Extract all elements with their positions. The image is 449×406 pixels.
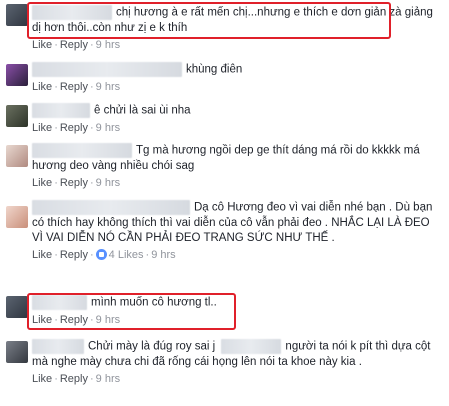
comment-body: khùng điên Like · Reply · 9 hrs — [32, 62, 443, 94]
commenter-name[interactable] — [32, 143, 132, 158]
avatar[interactable] — [6, 206, 28, 228]
like-link[interactable]: Like — [32, 122, 52, 134]
timestamp[interactable]: 9 hrs — [96, 81, 120, 93]
mentioned-name[interactable] — [221, 339, 282, 354]
timestamp[interactable]: 9 hrs — [96, 177, 120, 189]
separator: · — [54, 176, 58, 189]
comment-actions: Like · Reply · 9 hrs — [32, 176, 443, 190]
comment-body: Dạ cô Hương đeo vì vai diễn nhé bạn . Dù… — [32, 200, 443, 262]
like-icon — [95, 248, 107, 260]
avatar[interactable] — [6, 296, 28, 318]
comment-body: Chửi mày là đúg roy sai j người ta nói k… — [32, 339, 443, 386]
like-link[interactable]: Like — [32, 249, 52, 261]
separator: · — [89, 248, 94, 261]
commenter-name[interactable] — [32, 62, 182, 77]
avatar[interactable] — [6, 341, 28, 363]
comment-message: khùng điên — [186, 63, 243, 76]
separator: · — [54, 38, 58, 51]
reply-link[interactable]: Reply — [60, 249, 88, 261]
comment-body: Tg mà hương ngồi dep ge thít dáng má rồi… — [32, 143, 443, 190]
separator: · — [89, 372, 94, 385]
reply-link[interactable]: Reply — [60, 373, 88, 385]
comment-text: Chửi mày là đúg roy sai j người ta nói k… — [32, 339, 443, 370]
highlight-box — [27, 2, 391, 39]
reply-link[interactable]: Reply — [60, 39, 88, 51]
comment-text: Dạ cô Hương đeo vì vai diễn nhé bạn . Dù… — [32, 200, 443, 246]
comment-body: ê chửi là sai ùi nha Like · Reply · 9 hrs — [32, 103, 443, 135]
separator: · — [89, 176, 94, 189]
like-count[interactable]: 4 Likes — [109, 249, 144, 261]
comment-actions: Like · Reply · 9 hrs — [32, 121, 443, 135]
comment-message: Chửi mày là đúg roy sai j — [88, 340, 216, 353]
comment-actions: Like · Reply · 9 hrs — [32, 80, 443, 94]
comment-text: khùng điên — [32, 62, 443, 78]
separator: · — [89, 38, 94, 51]
separator: · — [54, 121, 58, 134]
separator: · — [54, 80, 58, 93]
comment-text: ê chửi là sai ùi nha — [32, 103, 443, 119]
separator: · — [54, 372, 58, 385]
comment-actions: Like · Reply · 9 hrs — [32, 372, 443, 386]
commenter-name[interactable] — [32, 339, 84, 354]
separator: · — [145, 248, 150, 261]
avatar[interactable] — [6, 105, 28, 127]
timestamp[interactable]: 9 hrs — [96, 122, 120, 134]
comment-message: ê chửi là sai ùi nha — [94, 104, 191, 117]
timestamp[interactable]: 9 hrs — [151, 249, 175, 261]
commenter-name[interactable] — [32, 103, 90, 118]
like-link[interactable]: Like — [32, 373, 52, 385]
separator: · — [89, 121, 94, 134]
timestamp[interactable]: 9 hrs — [96, 373, 120, 385]
comment-actions: Like · Reply · 9 hrs — [32, 38, 443, 52]
comment-text: Tg mà hương ngồi dep ge thít dáng má rồi… — [32, 143, 443, 174]
avatar[interactable] — [6, 4, 28, 26]
like-link[interactable]: Like — [32, 81, 52, 93]
reply-link[interactable]: Reply — [60, 81, 88, 93]
like-link[interactable]: Like — [32, 39, 52, 51]
reply-link[interactable]: Reply — [60, 122, 88, 134]
separator: · — [89, 80, 94, 93]
commenter-name[interactable] — [32, 200, 190, 215]
avatar[interactable] — [6, 64, 28, 86]
timestamp[interactable]: 9 hrs — [96, 39, 120, 51]
highlight-box — [27, 293, 236, 330]
avatar[interactable] — [6, 145, 28, 167]
separator: · — [54, 248, 58, 261]
reply-link[interactable]: Reply — [60, 177, 88, 189]
like-link[interactable]: Like — [32, 177, 52, 189]
redaction-block — [308, 258, 449, 290]
